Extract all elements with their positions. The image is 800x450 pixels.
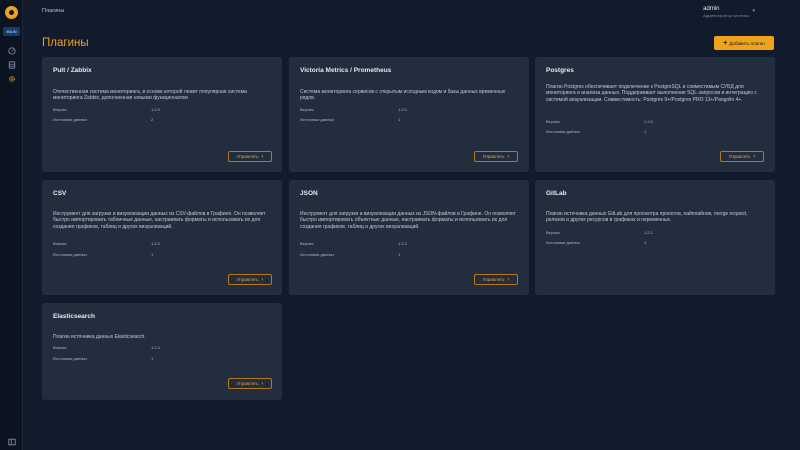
- manage-button[interactable]: Управлять ›: [228, 378, 272, 389]
- sources-value: 1: [151, 252, 154, 257]
- version-label: Версия: [53, 345, 67, 350]
- collapse-icon[interactable]: [7, 437, 16, 446]
- add-plugin-label: Добавить плагин: [729, 40, 765, 46]
- top-bar: Плагины admin Администратор системы ▾: [23, 0, 800, 25]
- plugin-version-row: Версия 1.2.4: [53, 345, 271, 350]
- sources-label: Источники данных: [53, 252, 88, 257]
- plugin-version-row: Версия 1.2.1: [546, 230, 764, 235]
- plugin-description: Инструмент для загрузки и визуализации д…: [300, 211, 516, 230]
- version-value: 1.2.0: [644, 119, 653, 124]
- plugin-version-row: Версия 1.2.0: [300, 107, 518, 112]
- plugin-version-row: Версия 1.2.0: [546, 119, 764, 124]
- plugin-name: GitLab: [546, 190, 567, 197]
- sources-value: 1: [398, 252, 401, 257]
- sources-value: 1: [151, 356, 154, 361]
- database-icon[interactable]: [7, 60, 16, 69]
- manage-button[interactable]: Управлять ›: [228, 151, 272, 162]
- gear-icon[interactable]: [7, 74, 16, 83]
- manage-label: Управлять: [236, 381, 259, 386]
- plugin-name: Victoria Metrics / Prometheus: [300, 67, 392, 74]
- sources-label: Источники данных: [53, 117, 88, 122]
- plugin-card: GitLab Плагин источника данных GitLab дл…: [535, 180, 775, 295]
- plugin-sources-row: Источники данных 1: [53, 252, 271, 257]
- plugin-card: Elasticsearch Плагин источника данных El…: [42, 303, 282, 400]
- manage-label: Управлять: [236, 154, 259, 159]
- plugin-description: Система мониторинга сервисов с открытым …: [300, 89, 506, 102]
- manage-button[interactable]: Управлять ›: [474, 151, 518, 162]
- plus-icon: +: [723, 39, 728, 47]
- plugin-name: Postgres: [546, 67, 574, 74]
- version-value: 1.2.4: [151, 345, 160, 350]
- version-label: Версия: [300, 107, 314, 112]
- breadcrumb[interactable]: Плагины: [42, 8, 64, 14]
- chevron-right-icon: ›: [261, 153, 264, 160]
- sources-label: Источники данных: [546, 129, 581, 134]
- plugin-name: Elasticsearch: [53, 313, 95, 320]
- manage-label: Управлять: [728, 154, 751, 159]
- plugin-name: JSON: [300, 190, 318, 197]
- plugin-card: Postgres Плагин Postgres обеспечивает по…: [535, 57, 775, 172]
- plugin-description: Плагин Postgres обеспечивает подключение…: [546, 84, 757, 103]
- manage-label: Управлять: [482, 277, 505, 282]
- manage-button[interactable]: Управлять ›: [228, 274, 272, 285]
- plugin-sources-row: Источники данных 2: [53, 117, 271, 122]
- version-value: 1.2.0: [151, 241, 160, 246]
- plugin-version-row: Версия 1.2.0: [53, 241, 271, 246]
- plugin-description: Отечественная система мониторинга, в осн…: [53, 89, 247, 102]
- plugin-card: Pult / Zabbix Отечественная система мони…: [42, 57, 282, 172]
- add-plugin-button[interactable]: + Добавить плагин: [714, 36, 774, 50]
- sources-value: 1: [644, 240, 647, 245]
- plugin-sources-row: Источники данных 1: [546, 240, 764, 245]
- plugin-sources-row: Источники данных 1: [300, 117, 518, 122]
- plugin-name: Pult / Zabbix: [53, 67, 92, 74]
- plugin-sources-row: Источники данных 1: [546, 129, 764, 134]
- user-menu[interactable]: admin Администратор системы: [703, 6, 749, 18]
- version-label: Версия: [300, 241, 314, 246]
- sources-label: Источники данных: [300, 252, 335, 257]
- version-value: 1.2.0: [151, 107, 160, 112]
- plugin-card: JSON Инструмент для загрузки и визуализа…: [289, 180, 529, 295]
- plugin-card: Victoria Metrics / Prometheus Система мо…: [289, 57, 529, 172]
- user-role: Администратор системы: [703, 13, 749, 18]
- sources-value: 1: [398, 117, 401, 122]
- version-label: Версия: [546, 119, 560, 124]
- chevron-right-icon: ›: [261, 380, 264, 387]
- plugin-description: Плагин источника данных Elasticsearch.: [53, 334, 146, 340]
- plugin-card: CSV Инструмент для загрузки и визуализац…: [42, 180, 282, 295]
- chevron-right-icon: ›: [753, 153, 756, 160]
- sources-label: Источники данных: [53, 356, 88, 361]
- sources-value: 2: [151, 117, 154, 122]
- plugin-sources-row: Источники данных 1: [300, 252, 518, 257]
- plugin-version-row: Версия 1.2.3: [300, 241, 518, 246]
- version-value: 1.2.1: [644, 230, 653, 235]
- plugin-description: Плагин источника данных GitLab для просм…: [546, 211, 748, 224]
- manage-label: Управлять: [482, 154, 505, 159]
- chevron-right-icon: ›: [261, 276, 264, 283]
- user-name: admin: [703, 6, 720, 12]
- plugin-description: Инструмент для загрузки и визуализации д…: [53, 211, 266, 230]
- sources-value: 1: [644, 129, 647, 134]
- manage-button[interactable]: Управлять ›: [720, 151, 764, 162]
- version-label: Версия: [53, 241, 67, 246]
- sidebar: MAIN: [0, 0, 23, 450]
- version-label: Версия: [546, 230, 560, 235]
- chevron-right-icon: ›: [507, 276, 510, 283]
- sources-label: Источники данных: [300, 117, 335, 122]
- version-value: 1.2.3: [398, 241, 407, 246]
- manage-button[interactable]: Управлять ›: [474, 274, 518, 285]
- plugin-version-row: Версия 1.2.0: [53, 107, 271, 112]
- app-logo[interactable]: [5, 6, 18, 19]
- version-value: 1.2.0: [398, 107, 407, 112]
- version-label: Версия: [53, 107, 67, 112]
- plugin-sources-row: Источники данных 1: [53, 356, 271, 361]
- plugin-name: CSV: [53, 190, 67, 197]
- chevron-down-icon[interactable]: ▾: [752, 8, 755, 14]
- workspace-badge[interactable]: MAIN: [3, 27, 20, 36]
- manage-label: Управлять: [236, 277, 259, 282]
- dashboard-icon[interactable]: [7, 46, 16, 55]
- sources-label: Источники данных: [546, 240, 581, 245]
- chevron-right-icon: ›: [507, 153, 510, 160]
- page-title: Плагины: [42, 37, 89, 49]
